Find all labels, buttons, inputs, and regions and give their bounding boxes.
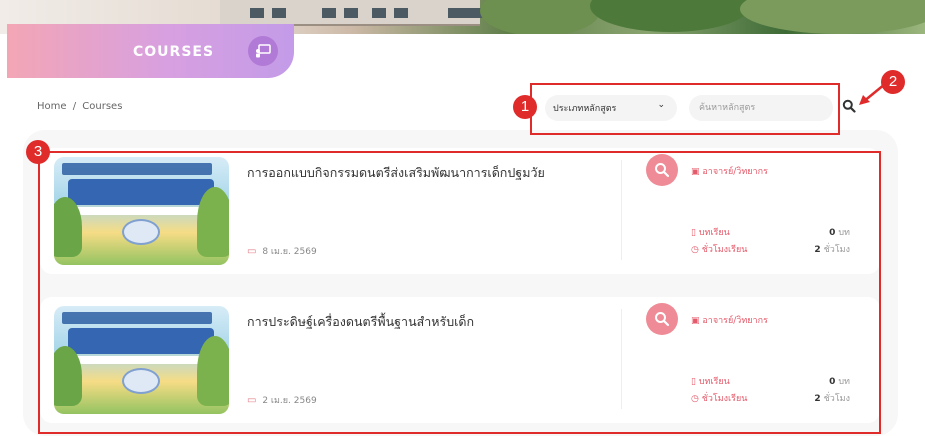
courses-icon	[248, 36, 278, 66]
annotation-number-3: 3	[26, 140, 50, 164]
chalkboard-teacher-icon	[256, 44, 271, 58]
annotation-number-2: 2	[881, 70, 905, 94]
annotation-box-filters	[530, 83, 840, 135]
breadcrumb-separator: /	[72, 101, 77, 112]
breadcrumb-current: Courses	[82, 101, 123, 112]
breadcrumb: Home / Courses	[37, 101, 125, 112]
annotation-number-1: 1	[513, 95, 537, 119]
page-title: COURSES	[133, 44, 215, 60]
breadcrumb-home-link[interactable]: Home	[37, 101, 67, 112]
annotation-box-course-list	[38, 151, 881, 434]
search-icon[interactable]	[842, 99, 856, 113]
